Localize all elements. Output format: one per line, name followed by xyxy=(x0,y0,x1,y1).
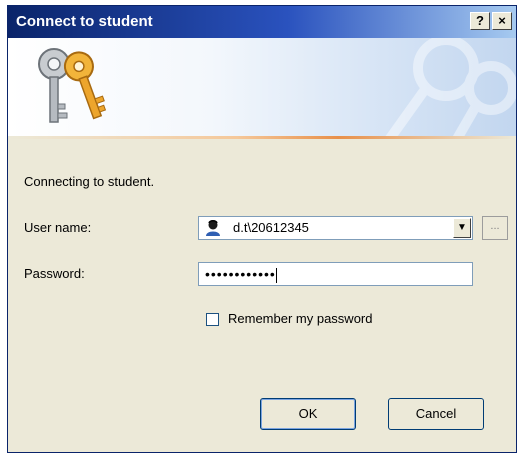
remember-password-checkbox[interactable] xyxy=(206,313,219,326)
connecting-message: Connecting to student. xyxy=(24,174,155,189)
username-value: d.t\20612345 xyxy=(233,220,309,235)
username-combobox[interactable]: d.t\20612345 ▼ xyxy=(198,216,473,240)
remember-password-label[interactable]: Remember my password xyxy=(228,311,373,326)
password-label: Password: xyxy=(24,266,85,281)
banner xyxy=(8,38,516,138)
window-title: Connect to student xyxy=(16,13,153,30)
help-button[interactable]: ? xyxy=(470,12,490,30)
connect-dialog: Connect to student ? × Connecting to stu… xyxy=(7,5,517,453)
keys-icon xyxy=(38,48,107,123)
browse-button[interactable]: ... xyxy=(482,216,508,240)
close-button[interactable]: × xyxy=(492,12,512,30)
ok-button[interactable]: OK xyxy=(260,398,356,430)
text-caret xyxy=(275,267,277,283)
keys-watermark-icon xyxy=(384,38,516,138)
password-value: •••••••••••• xyxy=(205,266,276,282)
cancel-button[interactable]: Cancel xyxy=(388,398,484,430)
username-dropdown-button[interactable]: ▼ xyxy=(453,218,471,238)
chevron-down-icon: ▼ xyxy=(457,222,467,233)
banner-divider xyxy=(8,136,516,139)
password-field[interactable]: •••••••••••• xyxy=(198,262,473,286)
title-bar[interactable]: Connect to student ? × xyxy=(8,6,516,38)
user-icon xyxy=(206,220,220,236)
username-label: User name: xyxy=(24,220,92,235)
